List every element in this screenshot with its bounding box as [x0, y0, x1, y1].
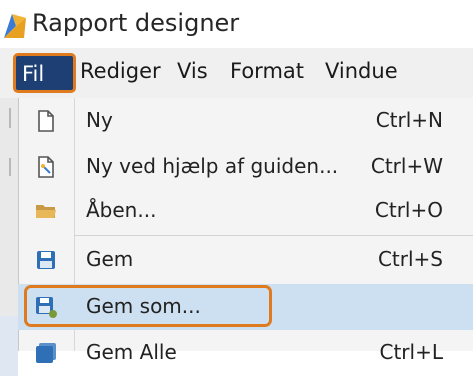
menu-item-ny-ved-hjaelp-af-guiden[interactable]: Ny ved hjælp af guiden... Ctrl+W: [18, 144, 473, 190]
menu-separator: [74, 235, 473, 236]
menu-rediger[interactable]: Rediger: [80, 59, 161, 83]
menu-item-label: Åben...: [86, 198, 157, 222]
menu-item-label: Gem Alle: [86, 340, 177, 364]
menu-item-label: Ny ved hjælp af guiden...: [86, 154, 339, 178]
menu-vindue[interactable]: Vindue: [325, 59, 398, 83]
menu-item-shortcut: Ctrl+L: [379, 340, 444, 364]
window-title: Rapport designer: [32, 9, 240, 37]
menu-item-label: Ny: [86, 108, 113, 132]
menu-item-aaben[interactable]: Åben... Ctrl+O: [18, 188, 473, 234]
new-document-icon: [38, 110, 54, 132]
menu-item-gem[interactable]: Gem Ctrl+S: [18, 237, 473, 283]
menu-vis[interactable]: Vis: [177, 59, 208, 83]
menu-item-ny[interactable]: Ny Ctrl+N: [18, 98, 473, 144]
menu-format[interactable]: Format: [230, 59, 304, 83]
menu-item-label: Gem: [86, 247, 134, 271]
folder-open-icon: [36, 205, 56, 218]
menu-item-shortcut: Ctrl+O: [374, 198, 443, 222]
menu-fil-label: Fil: [22, 62, 45, 86]
highlight-callout: [24, 285, 272, 327]
menu-item-shortcut: Ctrl+S: [377, 247, 443, 271]
menu-item-shortcut: Ctrl+W: [370, 154, 443, 178]
menu-item-gem-alle[interactable]: Gem Alle Ctrl+L: [18, 330, 473, 376]
report-designer-icon: [4, 14, 26, 38]
save-all-icon: [36, 343, 56, 363]
save-icon: [37, 251, 55, 269]
wizard-document-icon: [38, 156, 54, 178]
menu-fil[interactable]: Fil: [13, 53, 76, 93]
menu-item-shortcut: Ctrl+N: [375, 108, 443, 132]
background-window-edge: [0, 98, 18, 376]
title-bar: Rapport designer: [0, 0, 473, 48]
